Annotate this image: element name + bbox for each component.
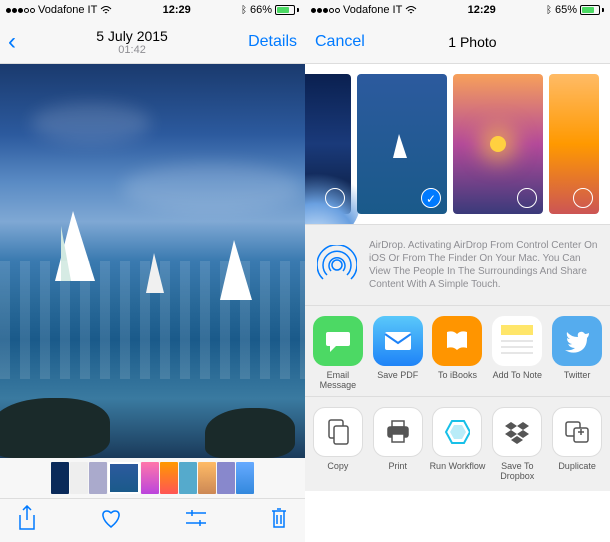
delete-button[interactable] (269, 506, 289, 535)
action-label: Duplicate (558, 461, 596, 471)
photo-selection-row[interactable] (305, 64, 610, 224)
status-time: 12:29 (112, 4, 241, 16)
status-bar: Vodafone IT 12:29 ᛒ 65% (305, 0, 610, 20)
app-label: Save PDF (377, 370, 418, 392)
action-label: Print (388, 461, 407, 471)
app-label: Add To Note (493, 370, 542, 392)
duplicate-icon (552, 407, 602, 457)
share-icon (16, 505, 38, 531)
wifi-icon (100, 5, 112, 15)
dropbox-icon (492, 407, 542, 457)
airdrop-row[interactable]: AirDrop. Activating AirDrop From Control… (305, 224, 610, 306)
carrier-label: Vodafone IT (38, 4, 97, 16)
edit-button[interactable] (184, 508, 208, 533)
details-button[interactable]: Details (248, 33, 297, 51)
photo-thumb[interactable] (305, 74, 351, 214)
action-dropbox[interactable]: Save To Dropbox (488, 407, 546, 481)
battery-icon (275, 5, 299, 15)
share-app-ibooks[interactable]: To iBooks (429, 316, 487, 392)
twitter-icon (552, 316, 602, 366)
photo-thumb[interactable] (357, 74, 447, 214)
photo-thumb[interactable] (549, 74, 599, 214)
share-app-message[interactable]: Email Message (309, 316, 367, 392)
checkmark-icon (421, 188, 441, 208)
app-label: Email Message (309, 370, 367, 392)
share-sheet-screen: Vodafone IT 12:29 ᛒ 65% Cancel 1 Photo (305, 0, 610, 542)
wifi-icon (405, 5, 417, 15)
app-label: Twitter (564, 370, 591, 392)
status-bar: Vodafone IT 12:29 ᛒ 66% (0, 0, 305, 20)
signal-icon (6, 8, 35, 13)
share-app-twitter[interactable]: Twitter (548, 316, 606, 392)
action-duplicate[interactable]: Duplicate (548, 407, 606, 481)
carrier-label: Vodafone IT (343, 4, 402, 16)
share-nav-bar: Cancel 1 Photo (305, 20, 610, 64)
action-label: Run Workflow (430, 461, 486, 471)
app-label: To iBooks (438, 370, 477, 392)
action-workflow[interactable]: Run Workflow (429, 407, 487, 481)
action-print[interactable]: Print (369, 407, 427, 481)
selection-count: 1 Photo (448, 34, 496, 50)
share-actions-row: Copy Print Run Workflow Save To Dropbox … (305, 396, 610, 491)
airdrop-description: AirDrop. Activating AirDrop From Control… (369, 239, 600, 291)
favorite-button[interactable] (99, 507, 123, 534)
photo-time: 01:42 (16, 44, 248, 56)
bluetooth-icon: ᛒ (241, 5, 247, 16)
share-app-mail[interactable]: Save PDF (369, 316, 427, 392)
back-button[interactable]: ‹ (8, 28, 16, 56)
photo-scrubber[interactable] (0, 458, 305, 498)
battery-icon (580, 5, 604, 15)
share-app-notes[interactable]: Add To Note (488, 316, 546, 392)
action-label: Copy (327, 461, 348, 471)
notes-icon (492, 316, 542, 366)
share-apps-row: Email Message Save PDF To iBooks Add To … (305, 306, 610, 396)
trash-icon (269, 506, 289, 530)
action-copy[interactable]: Copy (309, 407, 367, 481)
signal-icon (311, 8, 340, 13)
ibooks-icon (432, 316, 482, 366)
photo-thumb[interactable] (453, 74, 543, 214)
print-icon (373, 407, 423, 457)
status-time: 12:29 (417, 4, 546, 16)
photo-detail-screen: Vodafone IT 12:29 ᛒ 66% ‹ 5 July 2015 01… (0, 0, 305, 542)
workflow-icon (432, 407, 482, 457)
cancel-button[interactable]: Cancel (315, 33, 365, 51)
copy-icon (313, 407, 363, 457)
airdrop-icon (315, 243, 359, 287)
heart-icon (99, 507, 123, 529)
message-icon (313, 316, 363, 366)
battery-pct: 65% (555, 4, 577, 16)
sliders-icon (184, 508, 208, 528)
bottom-toolbar (0, 498, 305, 542)
nav-bar: ‹ 5 July 2015 01:42 Details (0, 20, 305, 64)
bluetooth-icon: ᛒ (546, 5, 552, 16)
share-button[interactable] (16, 505, 38, 536)
photo-viewer[interactable] (0, 64, 305, 458)
battery-pct: 66% (250, 4, 272, 16)
action-label: Save To Dropbox (488, 461, 546, 481)
mail-icon (373, 316, 423, 366)
photo-date: 5 July 2015 (16, 28, 248, 44)
